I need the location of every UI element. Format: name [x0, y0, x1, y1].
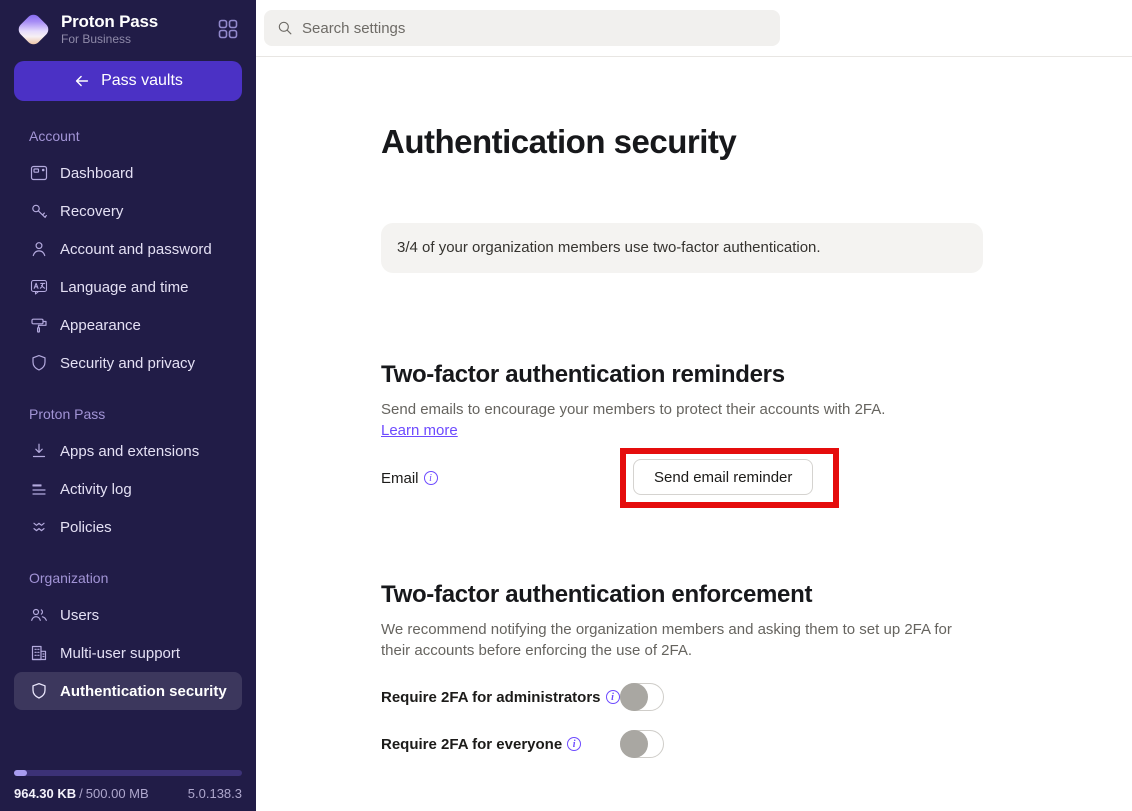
top-bar — [256, 0, 1132, 57]
require-2fa-everyone-label-col: Require 2FA for everyone — [381, 736, 620, 753]
app-subtitle: For Business — [61, 31, 132, 46]
back-button-label: Pass vaults — [101, 72, 183, 89]
sidebar-item-label: Apps and extensions — [60, 442, 200, 460]
sidebar-item-authentication-security[interactable]: Authentication security — [14, 672, 242, 710]
sidebar-item-recovery[interactable]: Recovery — [14, 192, 242, 230]
paint-roller-icon — [29, 315, 49, 335]
require-2fa-admins-row: Require 2FA for administrators — [381, 683, 1132, 711]
sidebar-item-label: Authentication security — [60, 682, 227, 700]
user-icon — [29, 239, 49, 259]
section-label-account: Account — [29, 128, 80, 144]
reminders-heading: Two-factor authentication reminders — [381, 361, 785, 388]
email-reminder-row: Email Send email reminder — [381, 448, 1132, 508]
main-area: Authentication security 3/4 of your orga… — [256, 0, 1132, 811]
require-2fa-admins-label-col: Require 2FA for administrators — [381, 689, 620, 706]
download-icon — [29, 441, 49, 461]
info-icon[interactable] — [567, 737, 582, 751]
sidebar-item-users[interactable]: Users — [14, 596, 242, 634]
key-icon — [29, 201, 49, 221]
pass-vaults-back-button[interactable]: Pass vaults — [14, 61, 242, 101]
info-icon[interactable] — [423, 471, 438, 485]
sidebar-item-language-time[interactable]: Language and time — [14, 268, 242, 306]
annotation-highlight-box: Send email reminder — [620, 448, 840, 508]
sidebar-item-multi-user-support[interactable]: Multi-user support — [14, 634, 242, 672]
email-label-col: Email — [381, 470, 620, 487]
dashboard-icon — [29, 163, 49, 183]
list-lines-icon — [29, 479, 49, 499]
sidebar-item-label: Recovery — [60, 202, 124, 220]
toggle-knob — [620, 683, 648, 711]
language-bubble-icon — [29, 277, 49, 297]
sidebar-item-dashboard[interactable]: Dashboard — [14, 154, 242, 192]
search-bar[interactable] — [264, 10, 780, 46]
arrow-left-icon — [73, 72, 91, 90]
sidebar-item-policies[interactable]: Policies — [14, 508, 242, 546]
section-label-proton-pass: Proton Pass — [29, 406, 106, 422]
storage-meter-fill — [14, 770, 27, 776]
search-input[interactable] — [302, 19, 768, 37]
users-icon — [29, 605, 49, 625]
sidebar-item-account-password[interactable]: Account and password — [14, 230, 242, 268]
enforcement-heading: Two-factor authentication enforcement — [381, 581, 813, 608]
sidebar-footer: 964.30 KB/500.00 MB 5.0.138.3 — [0, 770, 256, 811]
app-logo-row: Proton Pass For Business — [0, 0, 256, 47]
email-label: Email — [381, 469, 419, 487]
info-banner: 3/4 of your organization members use two… — [381, 223, 983, 273]
sidebar-item-label: Policies — [60, 518, 112, 536]
storage-usage: 964.30 KB/500.00 MB — [14, 786, 152, 801]
search-icon — [276, 19, 294, 37]
sidebar-item-activity-log[interactable]: Activity log — [14, 470, 242, 508]
storage-separator: / — [79, 786, 83, 801]
sidebar-item-label: Users — [60, 606, 100, 624]
sidebar-item-label: Account and password — [60, 240, 212, 258]
sidebar-item-label: Activity log — [60, 480, 132, 498]
section-label-organization: Organization — [29, 570, 109, 586]
sidebar-item-apps-extensions[interactable]: Apps and extensions — [14, 432, 242, 470]
app-name: Proton Pass — [61, 11, 158, 31]
require-2fa-everyone-label: Require 2FA for everyone — [381, 735, 563, 753]
require-2fa-admins-toggle[interactable] — [620, 683, 664, 711]
storage-used: 964.30 KB — [14, 786, 77, 801]
app-version: 5.0.138.3 — [187, 786, 242, 801]
sidebar-item-label: Appearance — [60, 316, 141, 334]
require-2fa-everyone-row: Require 2FA for everyone — [381, 730, 1132, 758]
sidebar-item-security-privacy[interactable]: Security and privacy — [14, 344, 242, 382]
sidebar-item-label: Multi-user support — [60, 644, 181, 662]
storage-total: 500.00 MB — [85, 786, 149, 801]
sidebar: Proton Pass For Business Pass vaults Acc… — [0, 0, 256, 811]
sidebar-nav: Account Dashboard Recovery Account and p… — [0, 101, 256, 770]
proton-pass-logo-icon — [15, 11, 51, 47]
shield-icon — [29, 681, 49, 701]
sidebar-item-label: Language and time — [60, 278, 189, 296]
double-chevron-icon — [29, 517, 49, 537]
storage-meter — [14, 770, 242, 776]
toggle-knob — [620, 730, 648, 758]
info-icon[interactable] — [605, 690, 620, 704]
learn-more-link[interactable]: Learn more — [381, 420, 458, 441]
app-title-block: Proton Pass For Business — [61, 11, 158, 46]
reminders-description: Send emails to encourage your members to… — [381, 401, 886, 418]
building-icon — [29, 643, 49, 663]
enforcement-description: We recommend notifying the organization … — [381, 621, 952, 659]
app-switcher-icon[interactable] — [216, 17, 240, 41]
require-2fa-admins-label: Require 2FA for administrators — [381, 688, 601, 706]
send-email-reminder-button[interactable]: Send email reminder — [633, 459, 814, 495]
require-2fa-everyone-toggle[interactable] — [620, 730, 664, 758]
shield-icon — [29, 353, 49, 373]
sidebar-item-label: Dashboard — [60, 164, 134, 182]
sidebar-item-label: Security and privacy — [60, 354, 196, 372]
settings-content: Authentication security 3/4 of your orga… — [256, 57, 1132, 811]
sidebar-item-appearance[interactable]: Appearance — [14, 306, 242, 344]
page-title: Authentication security — [381, 123, 737, 160]
